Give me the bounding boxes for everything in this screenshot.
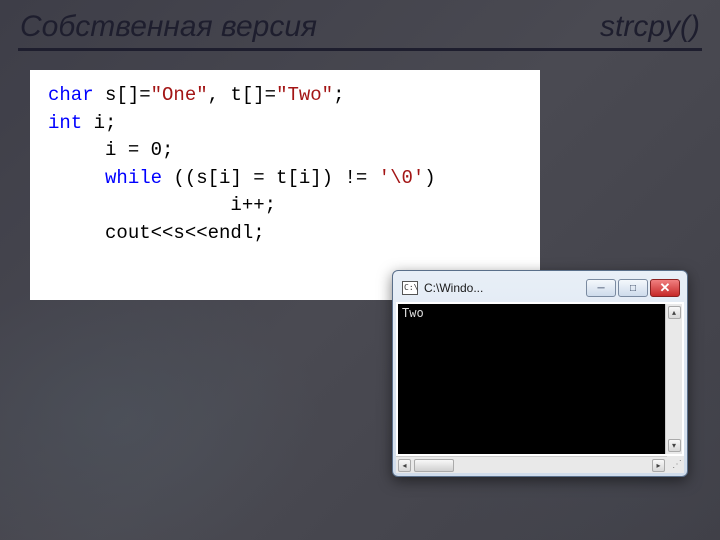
window-buttons: ─ □ ✕: [586, 279, 680, 297]
cmd-icon: C:\: [402, 281, 418, 295]
char-literal: '\0': [379, 167, 425, 189]
keyword: while: [105, 167, 162, 189]
scroll-thumb[interactable]: [414, 459, 454, 472]
horizontal-scrollbar[interactable]: ◂ ▸: [396, 456, 667, 473]
maximize-button[interactable]: □: [618, 279, 648, 297]
window-titlebar[interactable]: C:\ C:\Windo... ─ □ ✕: [396, 274, 684, 302]
console-output[interactable]: Two: [398, 304, 665, 454]
keyword: int: [48, 112, 82, 134]
maximize-icon: □: [630, 283, 636, 294]
scroll-down-button[interactable]: ▾: [668, 439, 681, 452]
window-title: C:\Windo...: [424, 281, 586, 295]
code-line: char s[]="One", t[]="Two";: [48, 82, 522, 110]
code-line: int i;: [48, 110, 522, 138]
console-client-area: Two ▴ ▾: [396, 302, 684, 456]
vertical-scrollbar[interactable]: ▴ ▾: [665, 304, 682, 454]
code-line: i = 0;: [48, 137, 522, 165]
slide-title-row: Собственная версия strcpy(): [0, 0, 720, 48]
scroll-left-button[interactable]: ◂: [398, 459, 411, 472]
scroll-up-button[interactable]: ▴: [668, 306, 681, 319]
minimize-icon: ─: [597, 283, 604, 294]
keyword: char: [48, 84, 94, 106]
bottom-scroll-row: ◂ ▸ ⋰: [396, 456, 684, 473]
minimize-button[interactable]: ─: [586, 279, 616, 297]
code-line: cout<<s<<endl;: [48, 220, 522, 248]
resize-grip[interactable]: ⋰: [667, 456, 684, 473]
slide-title-left: Собственная версия: [20, 10, 317, 44]
code-line: i++;: [48, 192, 522, 220]
close-button[interactable]: ✕: [650, 279, 680, 297]
string-literal: "Two": [276, 84, 333, 106]
slide-title-right: strcpy(): [600, 10, 700, 44]
close-icon: ✕: [660, 280, 671, 296]
code-line: while ((s[i] = t[i]) != '\0'): [48, 165, 522, 193]
string-literal: "One": [151, 84, 208, 106]
code-snippet-panel: char s[]="One", t[]="Two"; int i; i = 0;…: [30, 70, 540, 300]
console-window: C:\ C:\Windo... ─ □ ✕ Two ▴ ▾ ◂ ▸ ⋰: [392, 270, 688, 477]
scroll-right-button[interactable]: ▸: [652, 459, 665, 472]
title-underline: [18, 48, 702, 51]
